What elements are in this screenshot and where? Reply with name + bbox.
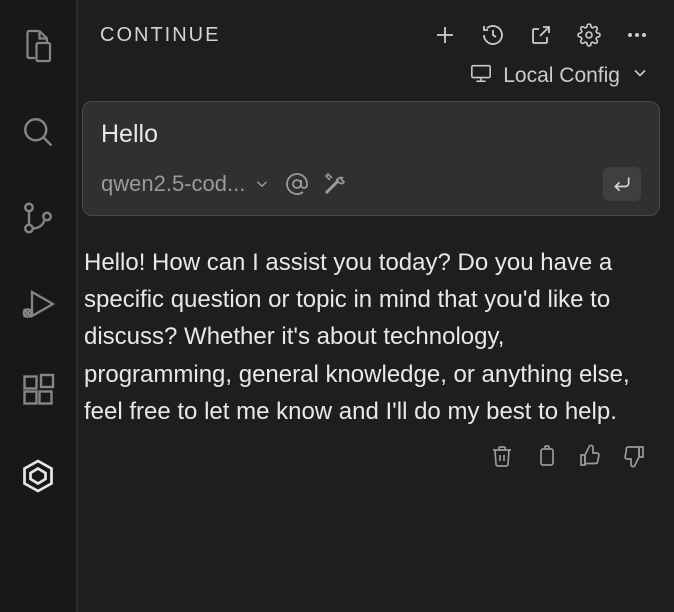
response-actions xyxy=(78,430,660,468)
thumbs-up-icon[interactable] xyxy=(578,444,602,468)
config-selector[interactable]: Local Config xyxy=(78,56,660,101)
continue-panel: CONTINUE xyxy=(78,0,674,612)
at-mention-icon[interactable] xyxy=(285,172,309,196)
open-external-icon[interactable] xyxy=(528,22,554,48)
model-name: qwen2.5-cod... xyxy=(101,171,245,197)
panel-header-actions xyxy=(432,22,650,48)
new-chat-icon[interactable] xyxy=(432,22,458,48)
search-icon[interactable] xyxy=(18,112,58,152)
chat-input-text[interactable]: Hello xyxy=(101,120,641,149)
activity-bar xyxy=(0,0,78,612)
history-icon[interactable] xyxy=(480,22,506,48)
thumbs-down-icon[interactable] xyxy=(622,444,646,468)
chat-input-controls: qwen2.5-cod... xyxy=(101,167,641,201)
more-icon[interactable] xyxy=(624,22,650,48)
run-debug-icon[interactable] xyxy=(18,284,58,324)
explorer-icon[interactable] xyxy=(18,26,58,66)
panel-title: CONTINUE xyxy=(100,24,220,47)
config-label: Local Config xyxy=(503,64,620,88)
model-picker[interactable]: qwen2.5-cod... xyxy=(101,171,271,197)
assistant-response: Hello! How can I assist you today? Do yo… xyxy=(78,216,660,430)
chevron-down-icon xyxy=(630,63,650,88)
continue-icon[interactable] xyxy=(18,456,58,496)
settings-gear-icon[interactable] xyxy=(576,22,602,48)
copy-icon[interactable] xyxy=(534,444,558,468)
source-control-icon[interactable] xyxy=(18,198,58,238)
chat-input-card: Hello qwen2.5-cod... xyxy=(82,101,660,216)
send-button[interactable] xyxy=(603,167,641,201)
delete-icon[interactable] xyxy=(490,444,514,468)
tools-icon[interactable] xyxy=(323,172,347,196)
panel-header: CONTINUE xyxy=(78,10,660,56)
extensions-icon[interactable] xyxy=(18,370,58,410)
monitor-icon xyxy=(469,62,493,89)
